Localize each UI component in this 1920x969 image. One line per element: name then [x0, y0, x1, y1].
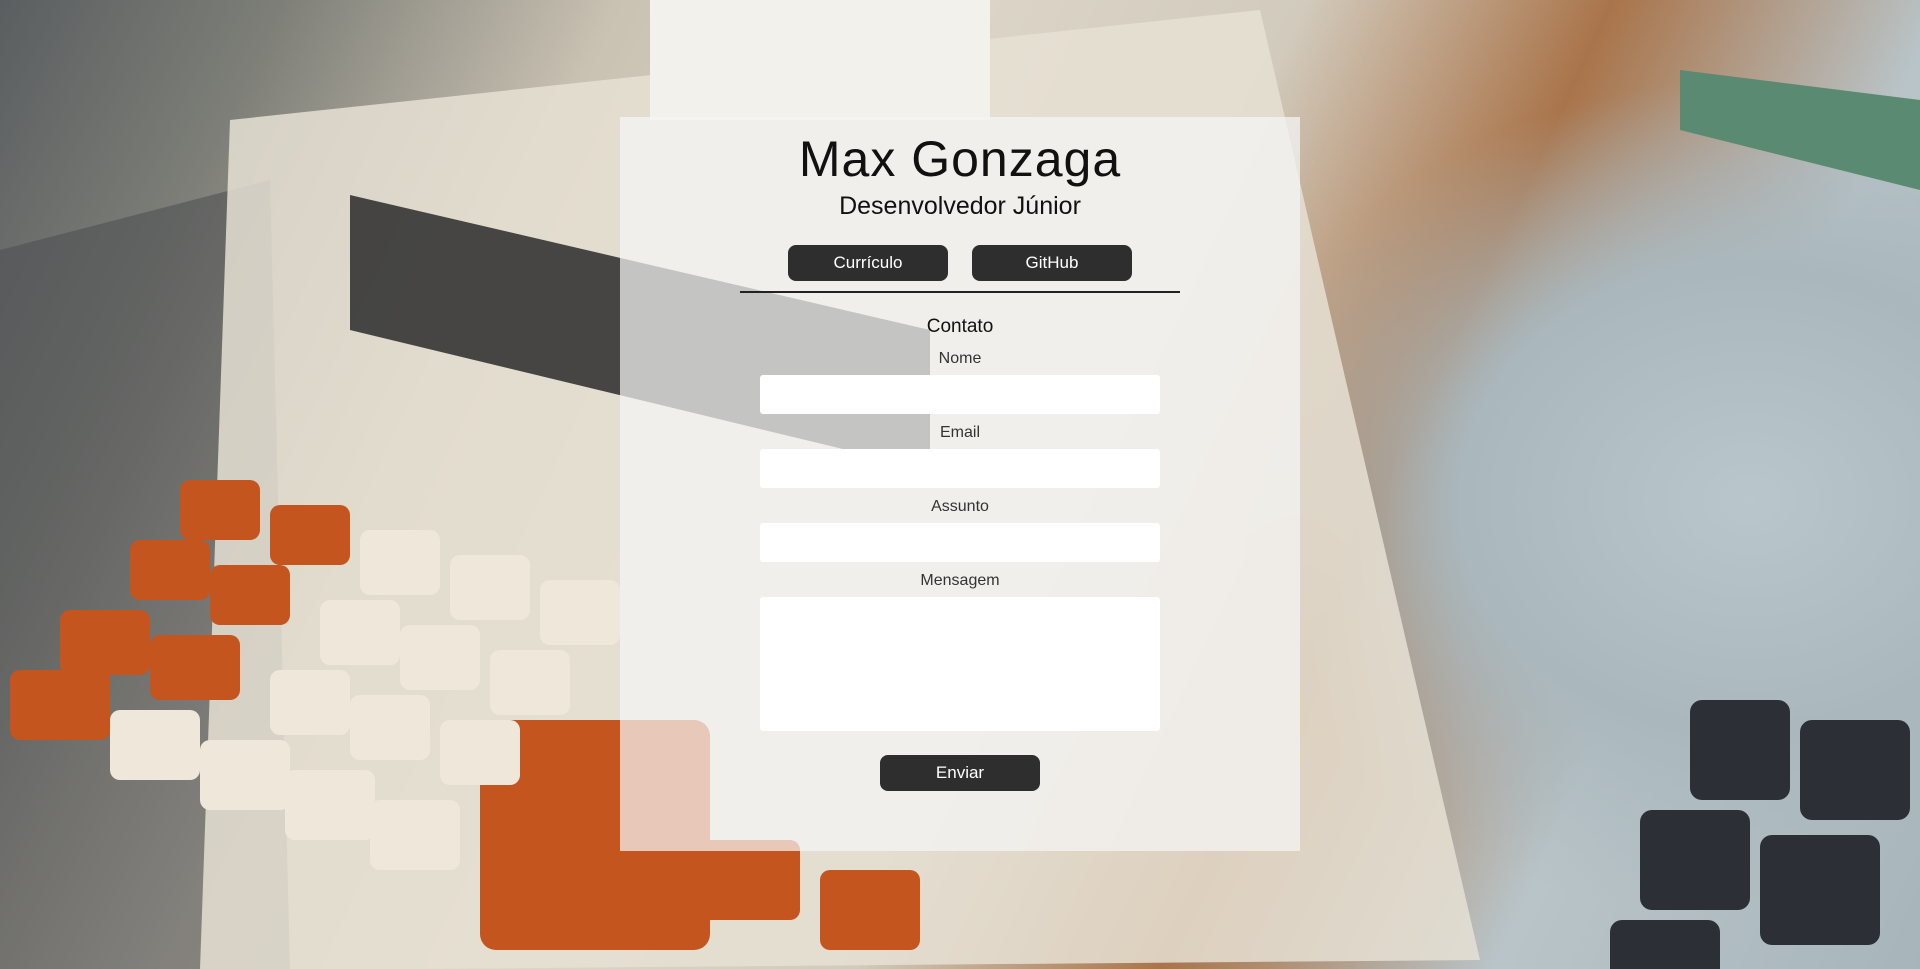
- message-label: Mensagem: [920, 572, 1000, 589]
- name-label: Nome: [938, 350, 982, 367]
- profile-role: Desenvolvedor Júnior: [839, 192, 1081, 220]
- contact-title: Contato: [926, 316, 994, 337]
- email-label: Email: [939, 424, 980, 441]
- email-field[interactable]: [760, 449, 1160, 488]
- github-button[interactable]: GitHub: [972, 245, 1132, 281]
- subject-field[interactable]: [760, 523, 1160, 562]
- profile-name: Max Gonzaga: [798, 131, 1122, 187]
- profile-card: Max Gonzaga Desenvolvedor Júnior Currícu…: [620, 117, 1300, 851]
- divider: [740, 291, 1180, 293]
- message-field[interactable]: [760, 597, 1160, 731]
- name-field[interactable]: [760, 375, 1160, 414]
- send-button[interactable]: Enviar: [880, 755, 1040, 791]
- subject-label: Assunto: [931, 498, 989, 515]
- link-buttons: Currículo GitHub: [788, 245, 1132, 281]
- curriculo-button[interactable]: Currículo: [788, 245, 948, 281]
